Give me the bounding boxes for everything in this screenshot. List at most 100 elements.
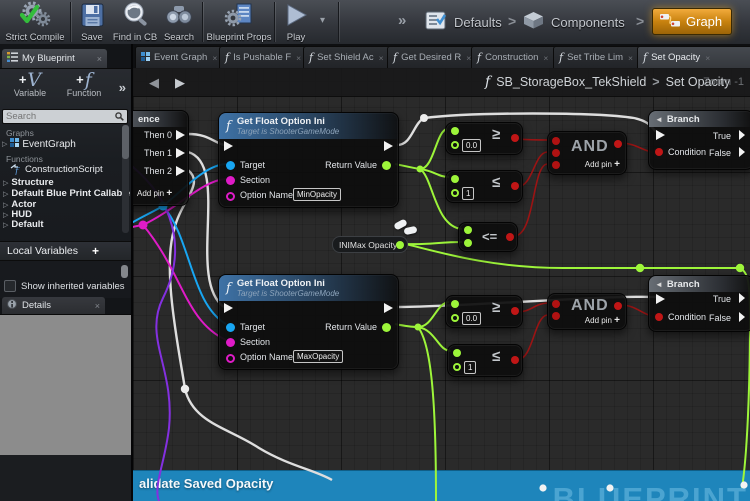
details-panel-tab[interactable]: Details × — [2, 297, 105, 314]
exec-in-pin[interactable] — [224, 141, 233, 151]
node-greater-equal-bottom[interactable]: 0.0 ≥ — [445, 295, 523, 328]
pin-float-in[interactable] — [453, 349, 461, 357]
pin-bool-out[interactable] — [511, 134, 519, 142]
default-value[interactable]: 0.0 — [462, 139, 482, 152]
pin-float-in[interactable] — [451, 127, 459, 135]
pin-target[interactable] — [226, 323, 235, 332]
pin-condition[interactable] — [655, 313, 663, 321]
exec-in-pin[interactable] — [224, 303, 233, 313]
nav-back-button[interactable]: ◀ — [149, 75, 159, 91]
exec-out-pin[interactable] — [176, 166, 185, 176]
pin-section[interactable] — [226, 338, 235, 347]
pin-option-name[interactable] — [226, 354, 235, 363]
checkbox-icon[interactable] — [4, 280, 16, 292]
pin-bool-out[interactable] — [614, 140, 622, 148]
panel-scrollbar-thumb[interactable] — [121, 265, 128, 278]
node-sequence[interactable]: ence Then 0 Then 1 Then 2 Add pin + — [133, 110, 189, 206]
pin-float-in-default[interactable] — [453, 363, 461, 371]
search-input[interactable] — [3, 111, 115, 122]
close-icon[interactable]: × — [705, 53, 710, 63]
play-dropdown-caret[interactable]: ▾ — [320, 15, 325, 26]
pin-float-out[interactable] — [396, 241, 404, 249]
exec-out-pin[interactable] — [384, 303, 393, 313]
close-icon[interactable]: × — [97, 54, 102, 64]
pin-bool-in[interactable] — [552, 300, 560, 308]
tab-construction[interactable]: f Construction × — [471, 46, 563, 68]
pin-float-in-default[interactable] — [451, 189, 459, 197]
tree-item-eventgraph[interactable]: ▷ EventGraph — [2, 138, 76, 150]
add-function-button[interactable]: + f Function — [58, 71, 110, 99]
default-value[interactable]: 0.0 — [462, 312, 482, 325]
node-branch-bottom[interactable]: ◄ Branch True Condition False — [648, 275, 750, 332]
tree-item-default-blueprint-callable[interactable]: ▷ Default Blue Print Callable — [3, 188, 130, 199]
node-and-top[interactable]: AND Add pin + — [547, 131, 627, 175]
add-pin-button[interactable]: Add pin + — [585, 159, 620, 170]
pin-bool-out[interactable] — [511, 356, 519, 364]
breadcrumb-overflow-chevrons[interactable]: » — [398, 12, 406, 29]
node-less-equal-bottom[interactable]: 1 ≤ — [447, 344, 523, 377]
search-button[interactable]: Search — [160, 1, 198, 45]
mode-tab-components[interactable]: Components — [522, 10, 625, 34]
pin-bool-out[interactable] — [614, 302, 622, 310]
exec-out-false-pin[interactable] — [739, 312, 745, 322]
exec-out-pin[interactable] — [176, 130, 185, 140]
node-branch-top[interactable]: ◄ Branch True Condition False — [648, 110, 750, 170]
exec-out-pin[interactable] — [384, 141, 393, 151]
add-pin-button[interactable]: Add pin + — [137, 188, 172, 199]
pin-bool-in[interactable] — [552, 161, 560, 169]
node-get-float-option-ini-max[interactable]: f Get Float Option Ini Target is Shooter… — [218, 274, 399, 370]
strict-compile-button[interactable]: Strict Compile — [2, 1, 68, 45]
pin-float-in-default[interactable] — [451, 314, 459, 322]
node-get-inimax-opacity[interactable]: INIMax Opacity — [332, 236, 408, 253]
mode-tab-defaults[interactable]: Defaults — [424, 10, 502, 34]
exec-in-pin[interactable] — [656, 130, 665, 140]
breadcrumb-root[interactable]: SB_StorageBox_TekShield — [496, 75, 646, 89]
tree-item-structure[interactable]: ▷ Structure — [3, 177, 54, 188]
pin-bool-in[interactable] — [552, 312, 560, 320]
exec-out-pin[interactable] — [176, 148, 185, 158]
find-in-cb-button[interactable]: Find in CB — [112, 1, 158, 45]
exec-out-true-pin[interactable] — [739, 130, 745, 140]
pin-bool-in[interactable] — [552, 149, 560, 157]
expander-icon[interactable]: ▷ — [3, 190, 8, 198]
save-button[interactable]: Save — [74, 1, 110, 45]
expander-icon[interactable]: ▷ — [3, 211, 8, 219]
expander-icon[interactable]: ▷ — [3, 221, 8, 229]
nav-forward-button[interactable]: ▶ — [175, 75, 185, 91]
local-variables-header[interactable]: Local Variables + — [0, 241, 131, 261]
expand-panel-chevron[interactable]: » — [119, 80, 126, 95]
tab-set-opacity[interactable]: f Set Opacity × — [637, 46, 750, 68]
default-value[interactable]: 1 — [464, 361, 477, 374]
pin-float-in[interactable] — [451, 175, 459, 183]
tab-set-shield[interactable]: f Set Shield Ac × — [303, 46, 397, 68]
pin-return-value[interactable] — [382, 161, 391, 170]
expander-icon[interactable]: ▷ — [3, 201, 8, 209]
tree-scrollbar-thumb[interactable] — [122, 125, 129, 159]
expander-icon[interactable]: ▷ — [3, 179, 8, 187]
pin-bool-in[interactable] — [552, 137, 560, 145]
blueprint-graph-canvas[interactable]: alidate Saved Opacity BLUEPRINT ence The… — [133, 68, 750, 501]
pin-return-value[interactable] — [382, 323, 391, 332]
pin-bool-out[interactable] — [506, 233, 514, 241]
pin-condition[interactable] — [655, 148, 663, 156]
exec-out-true-pin[interactable] — [739, 293, 745, 303]
close-icon[interactable]: × — [628, 53, 633, 63]
option-name-value[interactable]: MaxOpacity — [293, 350, 344, 363]
tab-is-pushable[interactable]: f Is Pushable F × — [219, 46, 313, 68]
close-icon[interactable]: × — [296, 53, 301, 63]
add-local-variable-button[interactable]: + — [92, 244, 99, 258]
tab-event-graph[interactable]: Event Graph × — [135, 46, 229, 68]
my-blueprint-panel-tab[interactable]: My Blueprint × — [2, 49, 107, 68]
pin-option-name[interactable] — [226, 192, 235, 201]
exec-out-false-pin[interactable] — [739, 147, 745, 157]
option-name-value[interactable]: MinOpacity — [293, 188, 342, 201]
default-value[interactable]: 1 — [462, 187, 475, 200]
node-less-equal-pair[interactable]: <= — [458, 222, 518, 252]
pin-bool-out[interactable] — [511, 307, 519, 315]
pin-target[interactable] — [226, 161, 235, 170]
node-greater-equal-top[interactable]: 0.0 ≥ — [445, 122, 523, 155]
blueprint-props-button[interactable]: Blueprint Props — [206, 1, 272, 45]
close-icon[interactable]: × — [379, 53, 384, 63]
node-get-float-option-ini-min[interactable]: f Get Float Option Ini Target is Shooter… — [218, 112, 399, 208]
pin-float-in-default[interactable] — [451, 141, 459, 149]
